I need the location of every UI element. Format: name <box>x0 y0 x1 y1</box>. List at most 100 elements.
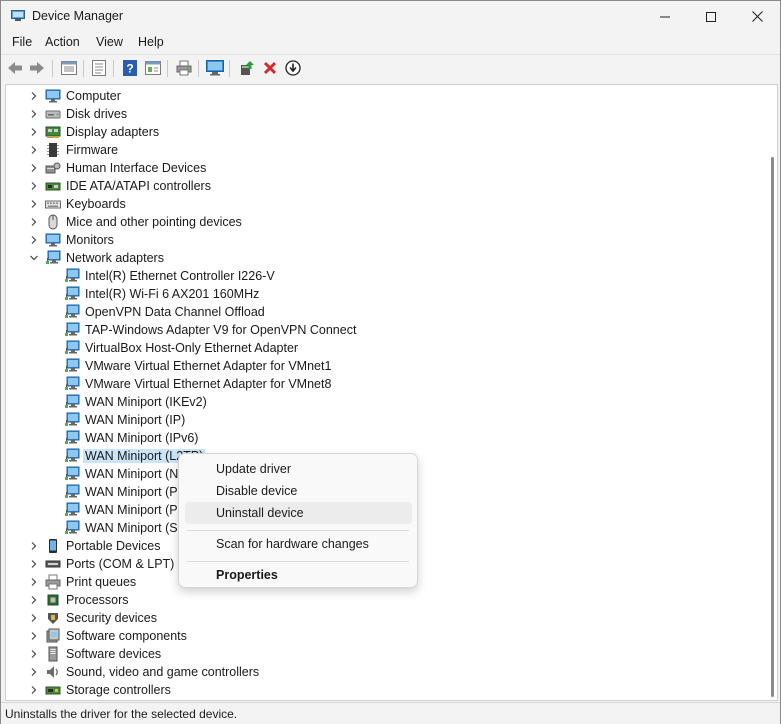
tree-network-adapter[interactable]: VirtualBox Host-Only Ethernet Adapter <box>6 339 766 357</box>
tree-network-adapter[interactable]: WAN Miniport (IPv6) <box>6 429 766 447</box>
uninstall-button[interactable] <box>260 58 280 78</box>
menu-disable-device[interactable]: Disable device <box>185 480 412 502</box>
menu-separator <box>187 561 409 562</box>
chevron-right-icon[interactable] <box>29 595 39 605</box>
print-icon <box>176 60 192 76</box>
software-device-icon <box>48 646 58 662</box>
chevron-right-icon[interactable] <box>29 541 39 551</box>
tree-network-adapter[interactable]: OpenVPN Data Channel Offload <box>6 303 766 321</box>
tree-network-adapter[interactable]: VMware Virtual Ethernet Adapter for VMne… <box>6 357 766 375</box>
chevron-right-icon[interactable] <box>29 577 39 587</box>
vertical-scrollbar[interactable] <box>769 85 777 700</box>
back-button[interactable] <box>5 58 25 78</box>
maximize-icon <box>706 11 716 22</box>
tree-item-label: IDE ATA/ATAPI controllers <box>66 179 211 193</box>
tree-category[interactable]: Software devices <box>6 645 766 663</box>
tree-item-label: WAN Miniport (IPv6) <box>85 431 199 445</box>
tree-category[interactable]: Keyboards <box>6 195 766 213</box>
menu-help[interactable]: Help <box>138 35 164 49</box>
tree-item-label: WAN Miniport (Pl <box>85 485 181 499</box>
port-icon <box>45 560 61 568</box>
tree-item-label: Security devices <box>66 611 158 625</box>
chevron-right-icon[interactable] <box>29 127 39 137</box>
chevron-right-icon[interactable] <box>29 685 39 695</box>
tree-item-label: WAN Miniport (SS <box>85 521 186 535</box>
tree-category[interactable]: IDE ATA/ATAPI controllers <box>6 177 766 195</box>
menu-properties[interactable]: Properties <box>185 564 412 586</box>
menu-action[interactable]: Action <box>45 35 80 49</box>
tree-category-network-adapters[interactable]: Network adapters <box>6 249 766 267</box>
toolbar-separator <box>229 60 230 77</box>
chevron-right-icon[interactable] <box>29 613 39 623</box>
tree-item-label: Sound, video and game controllers <box>66 665 260 679</box>
tree-category[interactable]: Processors <box>6 591 766 609</box>
tree-category[interactable]: Display adapters <box>6 123 766 141</box>
device-tree[interactable]: Computer Disk drives Display adapters Firmw… <box>5 84 778 701</box>
toolbar-separator <box>83 60 84 77</box>
scan-hardware-button[interactable] <box>205 58 225 78</box>
network-icon <box>65 340 80 354</box>
tree-network-adapter[interactable]: TAP-Windows Adapter V9 for OpenVPN Conne… <box>6 321 766 339</box>
close-button[interactable] <box>734 1 780 32</box>
tree-network-adapter[interactable]: Intel(R) Ethernet Controller I226-V <box>6 267 766 285</box>
scrollbar-thumb[interactable] <box>771 157 774 697</box>
maximize-button[interactable] <box>688 1 734 32</box>
tree-category[interactable]: Computer <box>6 87 766 105</box>
chevron-right-icon[interactable] <box>29 145 39 155</box>
network-icon <box>65 376 80 390</box>
chevron-down-icon[interactable] <box>29 253 39 263</box>
tree-network-adapter[interactable]: VMware Virtual Ethernet Adapter for VMne… <box>6 375 766 393</box>
menu-view[interactable]: View <box>96 35 123 49</box>
tree-network-adapter[interactable]: Intel(R) Wi-Fi 6 AX201 160MHz <box>6 285 766 303</box>
network-icon <box>65 268 80 282</box>
chevron-right-icon[interactable] <box>29 217 39 227</box>
properties-view-button[interactable] <box>59 58 79 78</box>
chevron-right-icon[interactable] <box>29 199 39 209</box>
chevron-right-icon[interactable] <box>29 109 39 119</box>
forward-button[interactable] <box>27 58 47 78</box>
tree-category[interactable]: Security devices <box>6 609 766 627</box>
menu-update-driver[interactable]: Update driver <box>185 458 412 480</box>
menu-file[interactable]: File <box>12 35 32 49</box>
chevron-right-icon[interactable] <box>29 181 39 191</box>
context-menu: Update driver Disable device Uninstall d… <box>178 453 418 588</box>
tree-item-label: VMware Virtual Ethernet Adapter for VMne… <box>85 359 332 373</box>
hid-icon <box>45 162 61 174</box>
update-driver-button[interactable] <box>237 58 257 78</box>
chevron-right-icon[interactable] <box>29 667 39 677</box>
toolbar-separator <box>198 60 199 77</box>
details-button[interactable] <box>89 58 109 78</box>
chevron-right-icon[interactable] <box>29 559 39 569</box>
tree-network-adapter[interactable]: WAN Miniport (IP) <box>6 411 766 429</box>
minimize-icon <box>660 16 670 17</box>
chevron-right-icon[interactable] <box>29 631 39 641</box>
tree-category[interactable]: Software components <box>6 627 766 645</box>
menu-uninstall-device[interactable]: Uninstall device <box>185 502 412 524</box>
tree-item-label: WAN Miniport (Pl <box>85 503 181 517</box>
tree-item-label: Ports (COM & LPT) <box>66 557 175 571</box>
chevron-right-icon[interactable] <box>29 163 39 173</box>
monitor-icon <box>206 60 224 76</box>
help-button[interactable]: ? <box>120 58 140 78</box>
tree-category[interactable]: Mice and other pointing devices <box>6 213 766 231</box>
print-button[interactable] <box>174 58 194 78</box>
disable-device-button[interactable] <box>283 58 303 78</box>
uninstall-device-label: Uninstall device <box>216 506 304 520</box>
chevron-right-icon[interactable] <box>29 235 39 245</box>
tree-item-label: Software components <box>66 629 187 643</box>
tree-category[interactable]: Human Interface Devices <box>6 159 766 177</box>
chevron-right-icon[interactable] <box>29 91 39 101</box>
tree-category[interactable]: Disk drives <box>6 105 766 123</box>
chevron-right-icon[interactable] <box>29 649 39 659</box>
processor-icon <box>47 594 59 606</box>
tree-category[interactable]: Firmware <box>6 141 766 159</box>
tree-network-adapter[interactable]: WAN Miniport (IKEv2) <box>6 393 766 411</box>
tree-category[interactable]: Monitors <box>6 231 766 249</box>
tree-category[interactable]: Storage controllers <box>6 681 766 699</box>
close-icon <box>751 11 763 22</box>
tree-category[interactable]: Sound, video and game controllers <box>6 663 766 681</box>
action-view-button[interactable] <box>143 58 163 78</box>
minimize-button[interactable] <box>642 1 688 32</box>
menu-scan-hardware[interactable]: Scan for hardware changes <box>185 533 412 555</box>
network-icon <box>65 358 80 372</box>
